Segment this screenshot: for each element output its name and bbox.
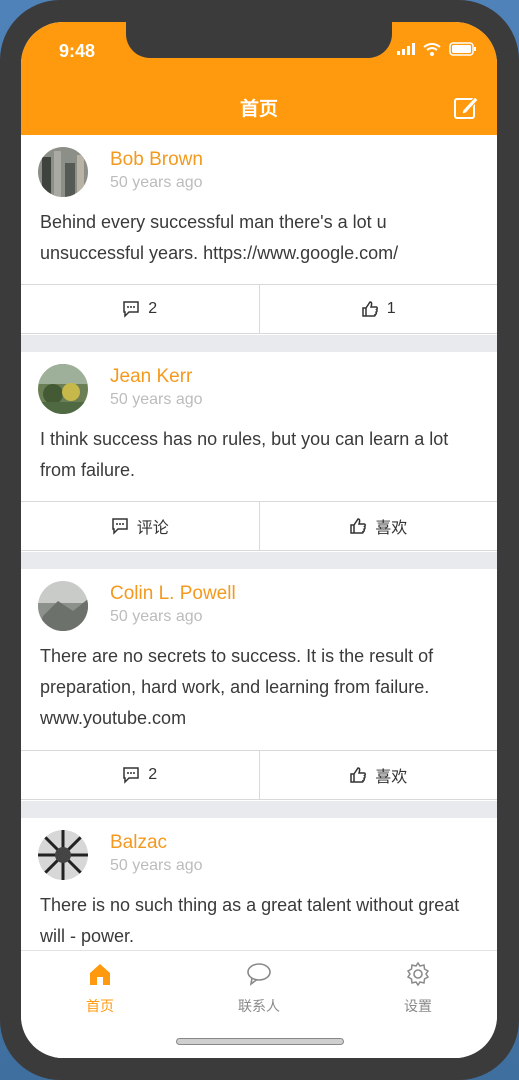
comment-icon bbox=[123, 301, 140, 318]
avatar[interactable] bbox=[38, 830, 88, 880]
post-text: Behind every successful man there's a lo… bbox=[40, 212, 399, 263]
app-screen: 9:48 首页 Bob Brown 50 years ago Behind ev… bbox=[21, 22, 497, 1058]
device-notch bbox=[126, 22, 392, 58]
avatar[interactable] bbox=[38, 147, 88, 197]
avatar[interactable] bbox=[38, 581, 88, 631]
author-name[interactable]: Jean Kerr bbox=[110, 366, 192, 388]
signal-icon bbox=[397, 43, 415, 55]
page-title: 首页 bbox=[239, 99, 278, 120]
post-actions: 2 1 bbox=[21, 284, 497, 334]
post-timestamp: 50 years ago bbox=[110, 608, 203, 625]
comment-button[interactable]: 2 bbox=[21, 285, 259, 333]
tab-settings[interactable]: 设置 bbox=[358, 961, 478, 1016]
comment-icon bbox=[123, 767, 140, 784]
author-name[interactable]: Bob Brown bbox=[110, 149, 203, 171]
comment-button[interactable]: 2 bbox=[21, 751, 259, 799]
post-timestamp: 50 years ago bbox=[110, 857, 203, 874]
post-timestamp: 50 years ago bbox=[110, 391, 203, 408]
chat-bubble-icon bbox=[247, 963, 271, 986]
home-indicator[interactable] bbox=[176, 1038, 344, 1045]
like-label: 喜欢 bbox=[375, 520, 408, 537]
post-text: There are no secrets to success. It is t… bbox=[40, 646, 434, 728]
comment-label: 评论 bbox=[136, 520, 169, 537]
post-card[interactable]: Colin L. Powell 50 years ago There are n… bbox=[21, 569, 497, 801]
post-text: I think success has no rules, but you ca… bbox=[40, 429, 449, 480]
like-button[interactable]: 喜欢 bbox=[258, 751, 498, 799]
post-actions: 评论 喜欢 bbox=[21, 501, 497, 551]
like-label: 喜欢 bbox=[375, 769, 408, 786]
status-time: 9:48 bbox=[59, 41, 96, 61]
thumbs-up-icon bbox=[350, 767, 367, 783]
post-timestamp: 50 years ago bbox=[110, 174, 203, 191]
comment-icon bbox=[111, 518, 128, 535]
tab-home[interactable]: 首页 bbox=[40, 961, 160, 1016]
like-button[interactable]: 1 bbox=[258, 285, 498, 333]
post-actions: 2 喜欢 bbox=[21, 750, 497, 800]
author-name[interactable]: Colin L. Powell bbox=[110, 583, 236, 605]
phone-frame: 9:48 首页 Bob Brown 50 years ago Behind ev… bbox=[0, 0, 519, 1080]
comment-count: 2 bbox=[148, 300, 158, 317]
post-card[interactable]: Bob Brown 50 years ago Behind every succ… bbox=[21, 135, 497, 335]
status-icons bbox=[397, 42, 477, 56]
comment-button[interactable]: 评论 bbox=[21, 502, 259, 550]
gear-icon bbox=[406, 961, 430, 987]
tab-contacts[interactable]: 联系人 bbox=[199, 961, 319, 1016]
post-card[interactable]: Balzac 50 years ago There is no such thi… bbox=[21, 818, 497, 950]
like-count: 1 bbox=[386, 300, 396, 317]
post-card[interactable]: Jean Kerr 50 years ago I think success h… bbox=[21, 352, 497, 552]
avatar[interactable] bbox=[38, 364, 88, 414]
tab-settings-label: 设置 bbox=[404, 998, 432, 1014]
comment-count: 2 bbox=[148, 766, 158, 783]
tab-contacts-label: 联系人 bbox=[238, 998, 280, 1014]
thumbs-up-icon bbox=[350, 518, 367, 534]
wifi-icon bbox=[423, 42, 441, 56]
like-button[interactable]: 喜欢 bbox=[258, 502, 498, 550]
home-icon bbox=[90, 964, 110, 985]
battery-icon bbox=[449, 42, 476, 56]
post-text: There is no such thing as a great talent… bbox=[40, 895, 460, 946]
feed-list[interactable]: Bob Brown 50 years ago Behind every succ… bbox=[21, 135, 497, 950]
thumbs-up-icon bbox=[362, 301, 378, 317]
compose-icon[interactable] bbox=[453, 94, 479, 120]
tab-home-label: 首页 bbox=[86, 998, 114, 1014]
author-name[interactable]: Balzac bbox=[110, 832, 167, 854]
